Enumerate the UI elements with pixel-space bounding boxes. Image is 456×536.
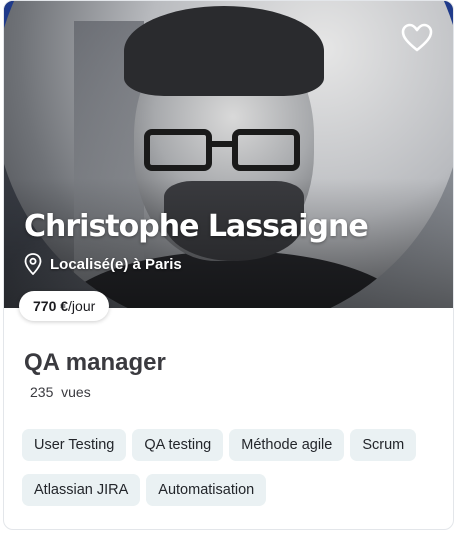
heart-icon xyxy=(401,23,433,52)
skill-tag[interactable]: Atlassian JIRA xyxy=(22,474,141,506)
rate-value: 770 € xyxy=(33,298,69,314)
skill-tag[interactable]: QA testing xyxy=(132,429,224,461)
views-count: 235 vues xyxy=(30,384,91,400)
skill-tag[interactable]: User Testing xyxy=(22,429,127,461)
skill-tag[interactable]: Méthode agile xyxy=(229,429,345,461)
views-label: vues xyxy=(61,384,91,400)
favorite-button[interactable] xyxy=(401,23,433,53)
location-text: Localisé(e) à Paris xyxy=(50,255,182,273)
freelancer-name: Christophe Lassaigne xyxy=(24,209,369,244)
views-number: 235 xyxy=(30,384,54,400)
skills-tags: User Testing QA testing Méthode agile Sc… xyxy=(22,429,442,506)
job-title: QA manager xyxy=(24,349,166,376)
skill-tag[interactable]: Automatisation xyxy=(146,474,267,506)
skill-tag[interactable]: Scrum xyxy=(350,429,417,461)
daily-rate-badge: 770 €/jour xyxy=(19,291,110,321)
location: Localisé(e) à Paris xyxy=(24,253,182,275)
freelancer-card[interactable]: Christophe Lassaigne Localisé(e) à Paris… xyxy=(3,0,454,530)
profile-photo-banner: Christophe Lassaigne Localisé(e) à Paris xyxy=(4,1,453,308)
location-pin-icon xyxy=(24,253,42,275)
rate-unit: /jour xyxy=(68,298,96,314)
